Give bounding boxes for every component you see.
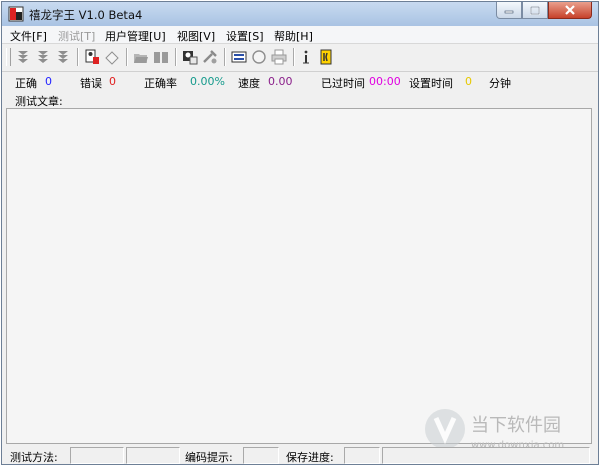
toolbar-separator: [224, 48, 226, 66]
correct-label: 正确: [15, 77, 37, 90]
stats-panel: 正确 0 错误 0 正确率 0.00% 速度 0.00 已过时间 00:00 设…: [2, 71, 598, 108]
menu-test[interactable]: 测试[T]: [58, 28, 95, 44]
set-time-label: 设置时间: [409, 77, 453, 90]
set-time-value: 0: [465, 75, 472, 88]
menu-file[interactable]: 文件[F]: [10, 28, 47, 44]
toolbar-separator: [293, 48, 295, 66]
accuracy-label: 正确率: [144, 77, 177, 90]
status-extra-field: [382, 447, 590, 464]
speed-value: 0.00: [268, 75, 293, 88]
speed-label: 速度: [238, 77, 260, 90]
user-manage-icon[interactable]: [182, 49, 198, 65]
watermark-logo-icon: [425, 409, 465, 449]
app-logo-icon: [8, 6, 24, 22]
maximize-button[interactable]: [522, 2, 548, 19]
test-method-label: 测试方法:: [10, 451, 58, 464]
eraser-icon[interactable]: [104, 49, 120, 65]
layers-mid-icon[interactable]: [35, 49, 51, 65]
tools-icon[interactable]: [202, 49, 218, 65]
layers-up-icon[interactable]: [55, 49, 71, 65]
layers-down-icon[interactable]: [15, 49, 31, 65]
menu-bar: 文件[F] 测试[T] 用户管理[U] 视图[V] 设置[S] 帮助[H]: [2, 26, 598, 43]
user-card-icon[interactable]: [84, 49, 100, 65]
printer-icon[interactable]: [271, 49, 287, 65]
elapsed-time-label: 已过时间: [321, 77, 365, 90]
watermark-brand: 当下软件园: [471, 415, 561, 436]
book-icon[interactable]: [153, 49, 169, 65]
clock-icon[interactable]: [251, 49, 267, 65]
exit-door-icon[interactable]: [318, 49, 334, 65]
window-title: 禧龙字王 V1.0 Beta4: [29, 8, 143, 22]
test-method-field-2: [126, 447, 180, 464]
open-folder-icon[interactable]: [133, 49, 149, 65]
toolbar-grip[interactable]: [6, 48, 11, 66]
accuracy-value: 0.00%: [190, 75, 225, 88]
save-progress-field: [344, 447, 380, 464]
maximize-icon: [530, 5, 540, 15]
encoding-hint-label: 编码提示:: [185, 451, 233, 464]
toolbar-separator: [77, 48, 79, 66]
test-article-label: 测试文章:: [15, 95, 63, 108]
menu-help[interactable]: 帮助[H]: [274, 28, 313, 44]
encoding-hint-field: [243, 447, 279, 464]
error-label: 错误: [80, 77, 102, 90]
correct-value: 0: [45, 75, 52, 88]
info-icon[interactable]: [298, 49, 314, 65]
typing-area[interactable]: [6, 108, 592, 444]
toolbar-separator: [126, 48, 128, 66]
app-window: 禧龙字王 V1.0 Beta4 文件[F] 测试[T] 用户管理[U] 视图[V…: [1, 1, 599, 465]
title-bar[interactable]: 禧龙字王 V1.0 Beta4: [2, 2, 598, 26]
error-value: 0: [109, 75, 116, 88]
keyboard-icon[interactable]: [231, 49, 247, 65]
menu-user-management[interactable]: 用户管理[U]: [105, 28, 166, 44]
close-button[interactable]: [548, 2, 592, 19]
toolbar-separator: [175, 48, 177, 66]
minimize-icon: [504, 10, 514, 14]
close-icon: [565, 5, 575, 15]
minimize-button[interactable]: [496, 2, 522, 19]
elapsed-time-value: 00:00: [369, 75, 401, 88]
menu-settings[interactable]: 设置[S]: [226, 28, 264, 44]
toolbar: [2, 43, 598, 72]
menu-view[interactable]: 视图[V]: [177, 28, 215, 44]
minute-unit-label: 分钟: [489, 77, 511, 90]
test-method-field: [70, 447, 124, 464]
save-progress-label: 保存进度:: [286, 451, 334, 464]
status-bar: 测试方法: 编码提示: 保存进度:: [2, 446, 598, 464]
window-controls: [496, 2, 592, 19]
